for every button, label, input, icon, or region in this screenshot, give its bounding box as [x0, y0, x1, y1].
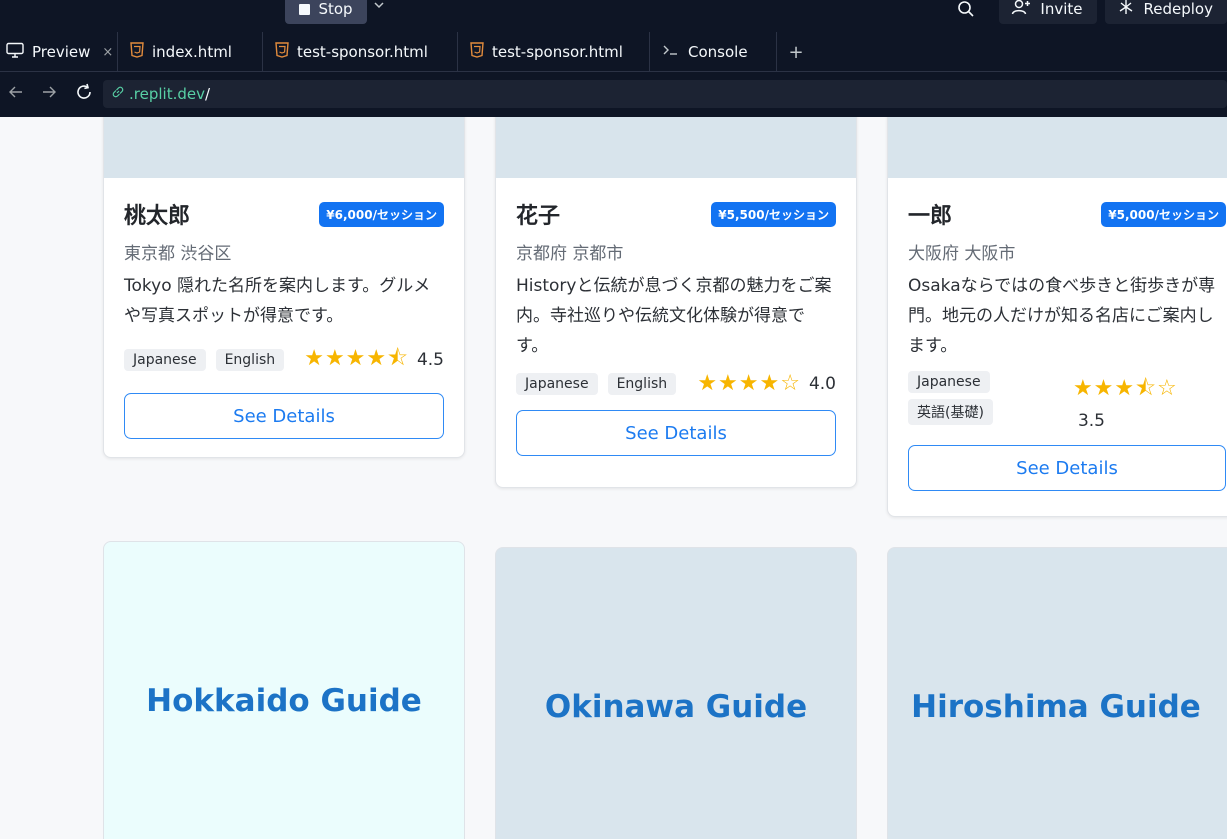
language-tag: Japanese: [516, 372, 598, 395]
tab-preview[interactable]: Preview ×: [0, 32, 118, 72]
language-tags: Japanese English: [124, 349, 285, 371]
language-tag: English: [215, 349, 285, 371]
deploy-icon: [1117, 0, 1135, 19]
promo-card[interactable]: Okinawa Guide: [495, 547, 857, 839]
preview-viewport: 桃太郎 ¥6,000/セッション 東京都 渋谷区 Tokyo 隠れた名所を案内し…: [0, 117, 1227, 839]
rating-value: 4.5: [416, 350, 444, 370]
tab-label: Preview: [32, 43, 91, 61]
rating-value: 3.5: [1077, 411, 1105, 431]
stop-button[interactable]: Stop: [285, 0, 367, 24]
guide-name: 桃太郎: [124, 204, 191, 229]
invite-button[interactable]: Invite: [999, 0, 1097, 24]
see-details-button[interactable]: See Details: [516, 410, 836, 456]
price-badge: ¥5,500/セッション: [711, 201, 836, 227]
url-path: /: [204, 85, 211, 103]
html5-icon: [130, 42, 144, 62]
rating: ★★★⯪☆ 3.5: [1073, 371, 1178, 431]
tab-console[interactable]: Console: [650, 32, 777, 72]
guide-location: 東京都 渋谷区: [124, 244, 232, 264]
redeploy-button[interactable]: Redeploy: [1104, 0, 1227, 24]
language-tag: Japanese: [908, 371, 990, 393]
html5-icon: [470, 42, 484, 62]
preview-url-bar: .replit.dev/: [0, 72, 1227, 117]
see-details-button[interactable]: See Details: [124, 393, 444, 439]
tab-label: test-sponsor.html: [297, 43, 428, 61]
rating: ★★★★⯪ 4.5: [304, 341, 444, 379]
invite-label: Invite: [1040, 0, 1083, 18]
promo-title: Hokkaido Guide: [146, 683, 422, 719]
promo-card[interactable]: Hokkaido Guide: [103, 541, 465, 839]
link-icon: [111, 85, 125, 103]
close-icon[interactable]: ×: [102, 45, 113, 60]
language-tag: 英語(基礎): [908, 399, 993, 425]
guide-name: 花子: [516, 204, 561, 229]
redeploy-label: Redeploy: [1143, 0, 1213, 18]
guide-location: 京都府 京都市: [516, 244, 624, 264]
guide-card: 花子 ¥5,500/セッション 京都府 京都市 Historyと伝統が息づく京都…: [495, 117, 857, 488]
language-tags: Japanese 英語(基礎): [908, 371, 993, 425]
workspace-header: Stop Invite Redeploy: [0, 0, 1227, 32]
star-rating-icon: ★★★⯪☆: [1072, 376, 1178, 401]
see-details-button[interactable]: See Details: [908, 445, 1226, 491]
tab-label: index.html: [152, 43, 232, 61]
promo-title: Okinawa Guide: [544, 689, 808, 725]
guide-description: Osakaならではの食べ歩きと街歩きが専門。地元の人だけが知る名店にご案内します…: [908, 276, 1216, 356]
reload-icon[interactable]: [75, 83, 93, 106]
star-rating-icon: ★★★★☆: [697, 371, 801, 396]
guide-description: Tokyo 隠れた名所を案内します。グルメや写真スポットが得意です。: [124, 276, 431, 326]
forward-arrow-icon[interactable]: [41, 84, 57, 105]
stop-label: Stop: [318, 0, 353, 18]
tab-bar: Preview × index.html test-sponsor.html t…: [0, 32, 1227, 72]
guide-photo: [104, 117, 464, 178]
html5-icon: [275, 42, 289, 62]
price-badge: ¥5,000/セッション: [1101, 201, 1226, 227]
tab-test-sponsor-1[interactable]: test-sponsor.html: [263, 32, 458, 72]
tab-test-sponsor-2[interactable]: test-sponsor.html: [458, 32, 650, 72]
add-tab-button[interactable]: +: [777, 32, 815, 72]
monitor-icon: [6, 42, 24, 62]
language-tags: Japanese English: [516, 372, 677, 395]
guide-photo: [496, 117, 856, 178]
guide-card: 一郎 ¥5,000/セッション 大阪府 大阪市 Osakaならではの食べ歩きと街…: [887, 117, 1227, 517]
language-tag: English: [607, 372, 677, 395]
guide-name: 一郎: [908, 204, 953, 229]
url-input[interactable]: .replit.dev/: [103, 80, 1227, 108]
search-icon[interactable]: [951, 0, 981, 24]
url-host: .replit.dev: [129, 85, 205, 103]
price-badge: ¥6,000/セッション: [319, 201, 444, 227]
rating: ★★★★☆ 4.0: [697, 371, 836, 396]
back-arrow-icon[interactable]: [8, 84, 24, 105]
tab-index-html[interactable]: index.html: [118, 32, 263, 72]
guide-location: 大阪府 大阪市: [908, 244, 1016, 264]
promo-card[interactable]: Hiroshima Guide: [887, 547, 1227, 839]
guide-card: 桃太郎 ¥6,000/セッション 東京都 渋谷区 Tokyo 隠れた名所を案内し…: [103, 117, 465, 458]
add-user-icon: [1011, 0, 1031, 19]
guide-photo: [888, 117, 1227, 178]
star-rating-icon: ★★★★⯪: [304, 346, 409, 371]
tab-label: test-sponsor.html: [492, 43, 623, 61]
terminal-icon: [662, 43, 680, 61]
guide-description: Historyと伝統が息づく京都の魅力をご案内。寺社巡りや伝統文化体験が得意です…: [516, 276, 832, 356]
rating-value: 4.0: [808, 373, 836, 394]
promo-title: Hiroshima Guide: [911, 689, 1201, 725]
language-tag: Japanese: [124, 349, 206, 371]
chevron-down-icon[interactable]: [372, 0, 386, 16]
stop-icon: [299, 3, 311, 15]
tab-label: Console: [688, 43, 748, 61]
